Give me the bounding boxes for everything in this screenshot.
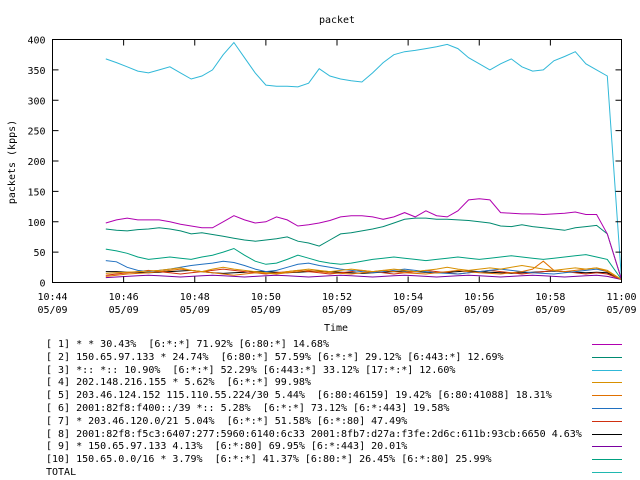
legend-label: [ 7] * 203.46.120.0/21 5.04% [6:*:*] 51.… (46, 415, 408, 427)
legend-swatch (592, 344, 622, 345)
chart-title: packet (319, 15, 355, 26)
series-line-3 (105, 41, 622, 280)
legend-swatch (592, 356, 622, 358)
legend-swatch (592, 472, 622, 473)
legend-label: [ 3] *:: *:: 10.90% [6:*:*] 52.29% [6:44… (46, 364, 456, 376)
x-tick-date-label: 05/09 (322, 305, 352, 316)
legend-swatch (592, 408, 622, 409)
legend-entry: [ 2] 150.65.97.133 * 24.74% [6:80:*] 57.… (46, 352, 636, 364)
legend-label: [ 9] * 150.65.97.133 4.13% [6:*:80] 69.9… (46, 441, 408, 453)
legend-entry: [ 9] * 150.65.97.133 4.13% [6:*:80] 69.9… (46, 441, 636, 453)
y-tick-label: 300 (27, 96, 45, 107)
legend-entry: [ 6] 2001:82f8:f400::/39 *:: 5.28% [6:*:… (46, 403, 636, 415)
x-tick-time-label: 11:00 (606, 292, 636, 303)
x-tick-time-label: 10:58 (535, 292, 565, 303)
x-tick-time-label: 10:52 (322, 292, 352, 303)
y-tick-label: 50 (33, 248, 45, 259)
x-tick-date-label: 05/09 (393, 305, 423, 316)
x-tick-date-label: 05/09 (606, 305, 636, 316)
y-tick-label: 100 (27, 218, 45, 229)
plot-lines (105, 41, 622, 280)
legend-entry: [ 7] * 203.46.120.0/21 5.04% [6:*:*] 51.… (46, 416, 636, 428)
legend-entry: [ 3] *:: *:: 10.90% [6:*:*] 52.29% [6:44… (46, 365, 636, 377)
legend-label: [10] 150.65.0.0/16 * 3.79% [6:*:*] 41.37… (46, 454, 492, 466)
x-tick-date-label: 05/09 (464, 305, 494, 316)
legend-label: [ 5] 203.46.124.152 115.110.55.224/30 5.… (46, 390, 552, 402)
legend-swatch (592, 420, 622, 422)
x-tick-time-label: 10:44 (37, 292, 67, 303)
legend-swatch (592, 395, 622, 397)
y-axis-label: packets (kpps) (7, 120, 18, 204)
x-tick-time-label: 10:46 (109, 292, 139, 303)
x-tick-date-label: 05/09 (251, 305, 281, 316)
y-tick-label: 250 (27, 127, 45, 138)
legend-swatch (592, 382, 622, 384)
x-tick-time-label: 10:48 (180, 292, 210, 303)
x-tick-date-label: 05/09 (109, 305, 139, 316)
series-line-9 (105, 274, 622, 280)
legend: [ 1] * * 30.43% [6:*:*] 71.92% [6:80:*] … (0, 333, 640, 480)
series-line-10 (105, 247, 622, 280)
x-tick-time-label: 10:50 (251, 292, 281, 303)
x-tick-time-label: 10:54 (393, 292, 423, 303)
y-tick-label: 0 (39, 279, 45, 290)
legend-entry: [10] 150.65.0.0/16 * 3.79% [6:*:*] 41.37… (46, 454, 636, 466)
legend-entry: [ 1] * * 30.43% [6:*:*] 71.92% [6:80:*] … (46, 339, 636, 351)
legend-entry: TOTAL (46, 467, 636, 479)
legend-swatch (592, 433, 622, 435)
legend-entry: [ 4] 202.148.216.155 * 5.62% [6:*:*] 99.… (46, 377, 636, 389)
legend-swatch (592, 459, 622, 461)
legend-label: [ 2] 150.65.97.133 * 24.74% [6:80:*] 57.… (46, 351, 504, 363)
y-tick-label: 400 (27, 36, 45, 47)
legend-label: [ 1] * * 30.43% [6:*:*] 71.92% [6:80:*] … (46, 339, 329, 350)
legend-label: TOTAL (46, 467, 77, 478)
x-axis-label: Time (324, 323, 348, 333)
legend-swatch (592, 369, 622, 371)
plot-frame (52, 39, 622, 283)
legend-swatch (592, 446, 622, 448)
x-tick-date-label: 05/09 (37, 305, 67, 316)
x-tick-date-label: 05/09 (535, 305, 565, 316)
legend-label: [ 4] 202.148.216.155 * 5.62% [6:*:*] 99.… (46, 377, 311, 389)
chart: packet packets (kpps) Time 0 50 100 150 200 2… (7, 15, 637, 333)
series-line-1 (105, 198, 622, 280)
x-axis-ticks: 10:44 05/09 10:46 05/09 10:48 05/09 10:50 05/09… (37, 39, 637, 316)
y-tick-label: 200 (27, 157, 45, 168)
legend-entry: [ 8] 2001:82f8:f5c3:6407:277:5960:6140:6… (46, 429, 636, 441)
y-tick-label: 150 (27, 187, 45, 198)
x-tick-time-label: 10:56 (464, 292, 494, 303)
legend-label: [ 8] 2001:82f8:f5c3:6407:277:5960:6140:6… (46, 428, 582, 440)
x-tick-date-label: 05/09 (180, 305, 210, 316)
legend-entry: [ 5] 203.46.124.152 115.110.55.224/30 5.… (46, 390, 636, 402)
legend-label: [ 6] 2001:82f8:f400::/39 *:: 5.28% [6:*:… (46, 403, 450, 414)
y-tick-label: 350 (27, 66, 45, 77)
